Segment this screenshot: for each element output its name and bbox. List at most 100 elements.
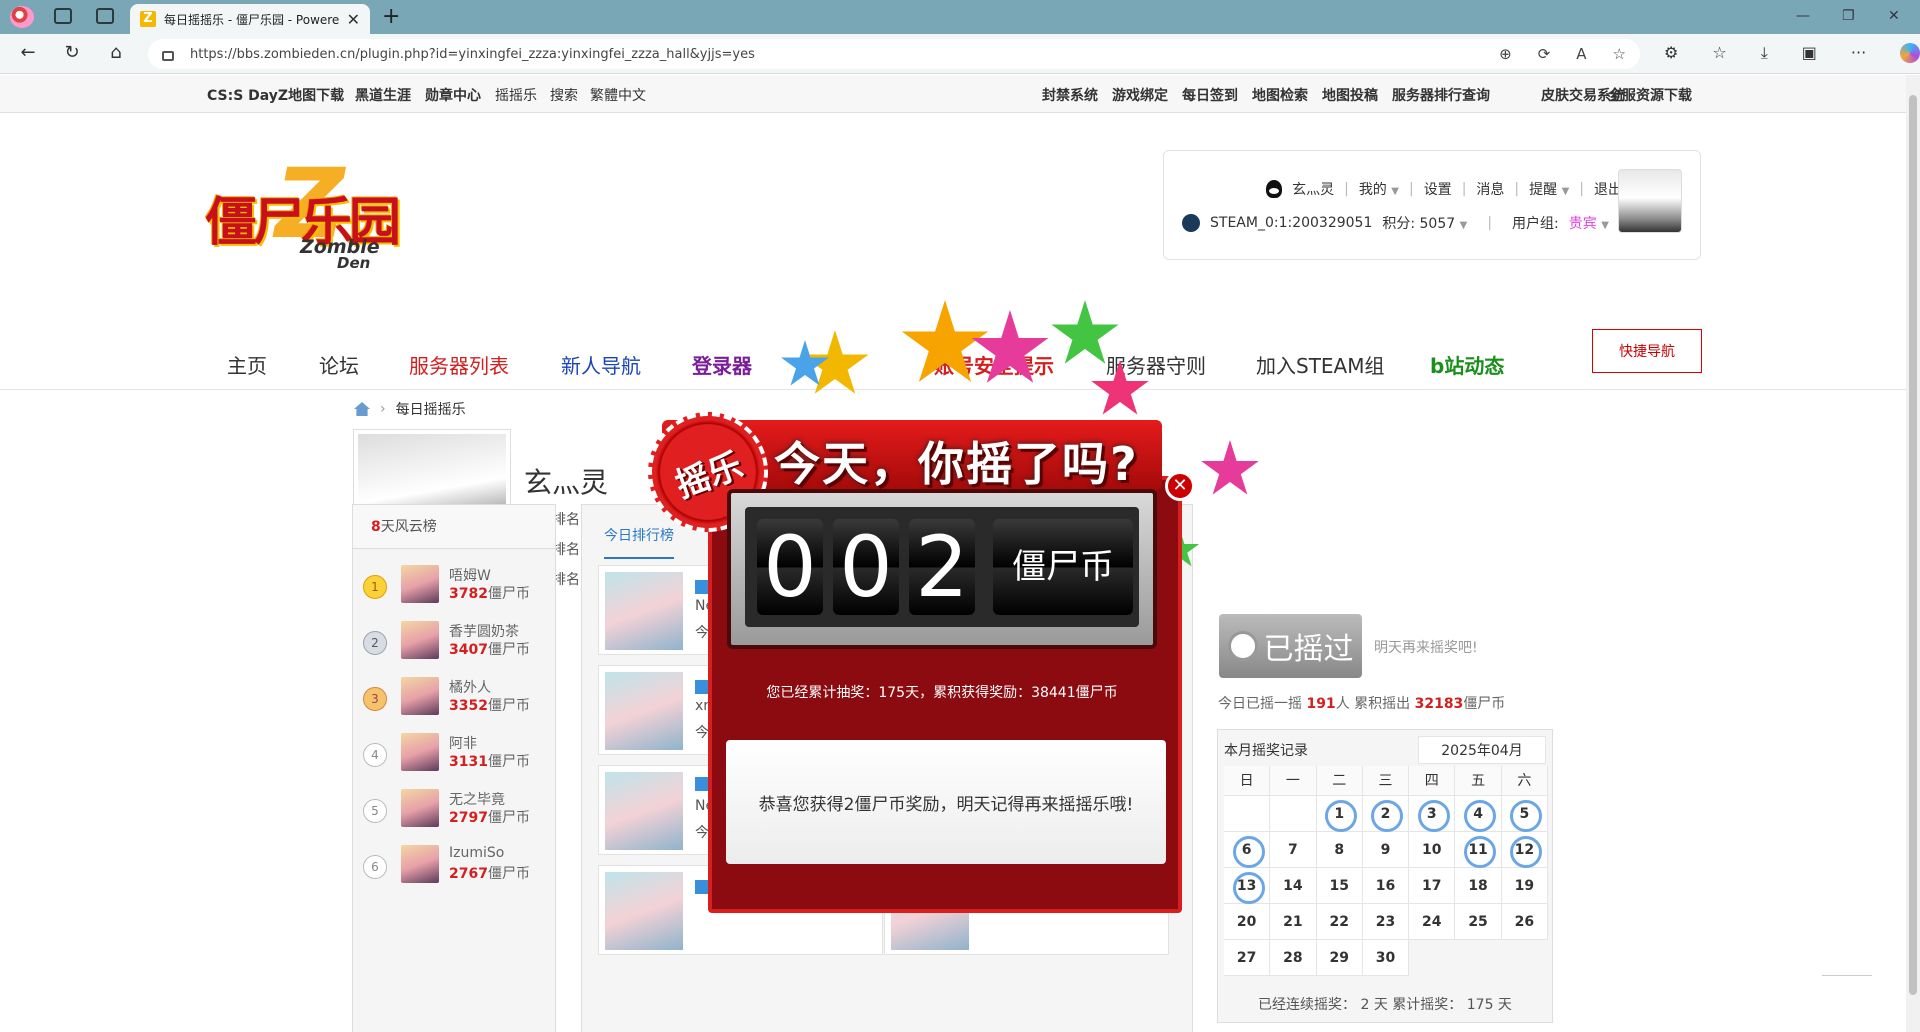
topbar-link-map-search[interactable]: 地图检索 (1252, 85, 1308, 105)
card-username[interactable]: xr (695, 698, 709, 714)
rank-badge: 2 (363, 631, 387, 655)
more-icon[interactable]: ··· (1851, 43, 1866, 63)
shaken-button: 已摇过 (1219, 614, 1362, 678)
calendar-weekday: 五 (1455, 766, 1502, 796)
zoom-icon[interactable]: ⊕ (1499, 45, 1512, 63)
favorite-star-icon[interactable]: ☆ (1613, 45, 1626, 63)
nav-forum[interactable]: 论坛 (319, 350, 359, 379)
user-group-label: 用户组: (1512, 216, 1559, 232)
calendar-day: 1 (1316, 796, 1363, 832)
calendar-month[interactable]: 2025年04月 (1418, 736, 1546, 764)
read-aloud-icon[interactable]: A (1576, 45, 1586, 63)
tab-actions-icon[interactable] (96, 8, 114, 24)
topbar-link-search[interactable]: 搜索 (550, 85, 578, 105)
back-icon[interactable]: ← (16, 42, 40, 63)
steam-icon (1182, 214, 1200, 232)
counter-digit: 0 (833, 519, 899, 615)
leaderboard-coins: 2797僵尸币 (449, 810, 530, 826)
topbar-link-ban-system[interactable]: 封禁系统 (1042, 85, 1098, 105)
leaderboard-row[interactable]: 1 唔姆W 3782僵尸币 (363, 557, 543, 609)
calendar-weekday: 四 (1409, 766, 1456, 796)
leaderboard-name[interactable]: 无之毕竟 (449, 789, 505, 809)
url-field[interactable]: https://bbs.zombieden.cn/plugin.php?id=y… (148, 39, 1640, 69)
restore-icon[interactable]: ❐ (1842, 8, 1855, 24)
calendar-grid: 日一二三四五六 1 2 3 4 5 6 7 8 9 10 11 12 13 14 15 16 17 18 19 20 21… (1224, 766, 1548, 976)
page-scrollbar[interactable] (1906, 75, 1920, 1032)
user-group-value[interactable]: 贵宾 ▼ (1569, 213, 1609, 233)
topbar-link-checkin[interactable]: 每日签到 (1182, 85, 1238, 105)
rank-badge: 6 (363, 855, 387, 879)
browser-profile-icon[interactable] (10, 6, 34, 28)
avatar[interactable] (401, 789, 439, 827)
home-icon[interactable]: ⌂ (104, 42, 128, 63)
topbar-link-downloads[interactable]: 全服资源下载 (1608, 85, 1692, 105)
lock-icon[interactable] (162, 51, 174, 61)
site-logo[interactable]: Z 僵尸乐园 Zombie Den (205, 148, 405, 272)
my-menu[interactable]: 我的 ▼ (1359, 179, 1399, 199)
avatar[interactable] (605, 772, 683, 850)
tab-close-icon[interactable]: ✕ (347, 10, 360, 29)
calendar-day: 14 (1270, 868, 1317, 904)
leaderboard-row[interactable]: 6 IzumiSo 2767僵尸币 (363, 837, 543, 889)
close-window-icon[interactable]: ✕ (1888, 8, 1900, 24)
leaderboard-row[interactable]: 4 阿非 3131僵尸币 (363, 725, 543, 777)
topbar-link-medals[interactable]: 勋章中心 (425, 85, 481, 105)
breadcrumb-home-icon[interactable] (354, 402, 370, 416)
downloads-icon[interactable]: ⤓ (1761, 43, 1768, 63)
nav-server-list[interactable]: 服务器列表 (409, 350, 509, 379)
extensions-icon[interactable]: ⚙ (1664, 43, 1678, 63)
leaderboard-name[interactable]: 唔姆W (449, 565, 491, 585)
nav-home[interactable]: 主页 (227, 350, 267, 379)
rank-badge: 4 (363, 743, 387, 767)
reminders-menu[interactable]: 提醒 ▼ (1529, 179, 1569, 199)
messages-link[interactable]: 消息 (1476, 179, 1504, 199)
new-tab-icon[interactable]: + (382, 4, 400, 29)
calendar-blank (1270, 796, 1317, 832)
active-tab[interactable]: Z 每日摇摇乐 - 僵尸乐园 - Powered ✕ (130, 4, 370, 34)
dialog-close-icon[interactable]: ✕ (1165, 471, 1195, 501)
leaderboard-name[interactable]: 橘外人 (449, 677, 491, 697)
avatar[interactable] (605, 872, 683, 950)
favorites-icon[interactable]: ☆ (1712, 43, 1726, 63)
collections-icon[interactable]: ▣ (1802, 43, 1817, 63)
browser-tab-bar: Z 每日摇摇乐 - 僵尸乐园 - Powered ✕ + — ❐ ✕ (0, 0, 1920, 34)
points-menu[interactable]: 积分: 5057 ▼ (1382, 213, 1467, 233)
leaderboard-name[interactable]: IzumiSo (449, 845, 504, 861)
nav-newbie-guide[interactable]: 新人导航 (561, 350, 641, 379)
refresh-icon[interactable]: ↻ (60, 42, 84, 63)
nav-bilibili[interactable]: b站动态 (1430, 350, 1504, 379)
calendar-day: 28 (1270, 940, 1317, 976)
username-link[interactable]: 玄灬灵 (1292, 179, 1334, 199)
workspaces-icon[interactable] (54, 8, 72, 24)
topbar-link-game-bind[interactable]: 游戏绑定 (1112, 85, 1168, 105)
leaderboard-name[interactable]: 香芋圆奶茶 (449, 621, 519, 641)
avatar[interactable] (401, 845, 439, 883)
avatar[interactable] (401, 565, 439, 603)
avatar[interactable] (401, 733, 439, 771)
topbar-link-server-rank[interactable]: 服务器排行查询 (1392, 85, 1490, 105)
avatar[interactable] (401, 677, 439, 715)
minimize-icon[interactable]: — (1796, 8, 1810, 24)
topbar-link-traditional[interactable]: 繁體中文 (590, 85, 646, 105)
leaderboard-row[interactable]: 2 香芋圆奶茶 3407僵尸币 (363, 613, 543, 665)
leaderboard-row[interactable]: 5 无之毕竟 2797僵尸币 (363, 781, 543, 833)
topbar-link-dayz[interactable]: CS:S DayZ地图下载 (207, 85, 344, 105)
calendar-day: 26 (1501, 904, 1548, 940)
calendar-day: 23 (1362, 904, 1410, 940)
calendar-day: 18 (1455, 868, 1502, 904)
avatar[interactable] (401, 621, 439, 659)
leaderboard-row[interactable]: 3 橘外人 3352僵尸币 (363, 669, 543, 721)
user-avatar[interactable] (1618, 169, 1682, 233)
settings-link[interactable]: 设置 (1424, 179, 1452, 199)
topbar-link-map-submit[interactable]: 地图投稿 (1322, 85, 1378, 105)
copilot-icon[interactable] (1900, 43, 1920, 63)
reward-counter: 0 0 2 僵尸币 (727, 489, 1157, 649)
flag-icon (695, 680, 709, 694)
leaderboard-name[interactable]: 阿非 (449, 733, 477, 753)
translate-icon[interactable]: ⟳ (1538, 45, 1551, 63)
calendar-day: 30 (1362, 940, 1410, 976)
topbar-link-shake[interactable]: 摇摇乐 (495, 85, 537, 105)
avatar[interactable] (605, 672, 683, 750)
topbar-link-gangster[interactable]: 黑道生涯 (355, 85, 411, 105)
quick-nav-button[interactable]: 快捷导航 (1592, 329, 1702, 373)
